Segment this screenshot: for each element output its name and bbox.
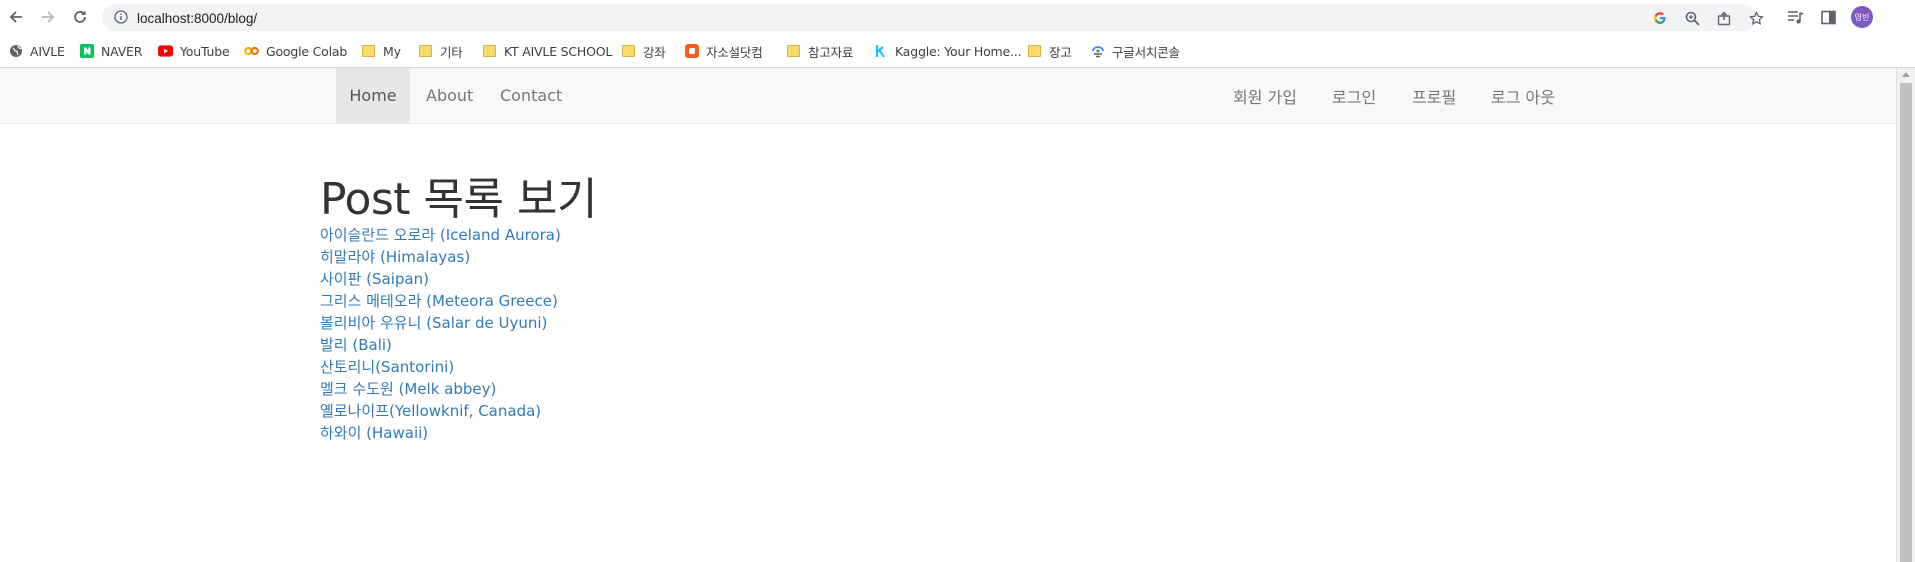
back-button[interactable] — [4, 5, 28, 29]
google-translate-icon[interactable] — [1651, 9, 1669, 27]
bookmark-folder-django[interactable]: 장고 — [1027, 41, 1072, 61]
bookmark-star-icon[interactable] — [1747, 9, 1765, 27]
nav-profile[interactable]: 프로필 — [1412, 68, 1456, 123]
folder-icon — [621, 44, 636, 59]
kaggle-icon — [873, 44, 888, 59]
page-viewport: Home About Contact 회원 가입 로그인 프로필 로그 아웃 P… — [0, 68, 1915, 562]
bookmark-naver[interactable]: NAVER — [79, 41, 142, 61]
post-link[interactable]: 히말라야 (Himalayas) — [320, 248, 470, 266]
naver-icon — [79, 44, 94, 59]
globe-icon — [8, 44, 23, 59]
post-list: 아이슬란드 오로라 (Iceland Aurora) 히말라야 (Himalay… — [320, 224, 561, 444]
vertical-scrollbar[interactable] — [1896, 68, 1915, 562]
reload-button[interactable] — [68, 5, 92, 29]
address-bar[interactable]: localhost:8000/blog/ — [102, 4, 1764, 31]
colab-icon — [244, 44, 259, 59]
nav-login[interactable]: 로그인 — [1332, 68, 1376, 123]
list-item: 옐로나이프(Yellowknif, Canada) — [320, 400, 561, 422]
nav-logout[interactable]: 로그 아웃 — [1491, 68, 1555, 123]
nav-about[interactable]: About — [426, 68, 473, 123]
url-text[interactable]: localhost:8000/blog/ — [137, 11, 257, 26]
side-panel-icon[interactable] — [1818, 7, 1838, 27]
youtube-icon — [158, 44, 173, 59]
media-control-icon[interactable] — [1785, 7, 1805, 27]
post-link[interactable]: 멜크 수도원 (Melk abbey) — [320, 380, 496, 398]
scrollbar-thumb[interactable] — [1900, 83, 1912, 562]
bookmark-folder-my[interactable]: My — [361, 41, 401, 61]
list-item: 산토리니(Santorini) — [320, 356, 561, 378]
bookmark-kaggle[interactable]: Kaggle: Your Home... — [873, 41, 1022, 61]
zoom-icon[interactable] — [1683, 9, 1701, 27]
post-link[interactable]: 발리 (Bali) — [320, 336, 392, 354]
list-item: 하와이 (Hawaii) — [320, 422, 561, 444]
bookmark-google-colab[interactable]: Google Colab — [244, 41, 347, 61]
list-item: 볼리비아 우유니 (Salar de Uyuni) — [320, 312, 561, 334]
folder-icon — [361, 44, 376, 59]
post-link[interactable]: 그리스 메테오라 (Meteora Greece) — [320, 292, 558, 310]
list-item: 아이슬란드 오로라 (Iceland Aurora) — [320, 224, 561, 246]
info-icon[interactable] — [114, 10, 128, 24]
bookmark-aivle[interactable]: AIVLE — [8, 41, 65, 61]
nav-home[interactable]: Home — [336, 68, 410, 123]
folder-icon — [482, 44, 497, 59]
reload-icon — [74, 11, 86, 23]
list-item: 사이판 (Saipan) — [320, 268, 561, 290]
folder-icon — [418, 44, 433, 59]
jasoseol-icon — [684, 44, 699, 59]
forward-button[interactable] — [36, 5, 60, 29]
post-link[interactable]: 하와이 (Hawaii) — [320, 424, 428, 442]
list-item: 발리 (Bali) — [320, 334, 561, 356]
post-link[interactable]: 볼리비아 우유니 (Salar de Uyuni) — [320, 314, 547, 332]
post-link[interactable]: 산토리니(Santorini) — [320, 358, 454, 376]
list-item: 그리스 메테오라 (Meteora Greece) — [320, 290, 561, 312]
bookmark-folder-kt-aivle-school[interactable]: KT AIVLE SCHOOL — [482, 41, 612, 61]
post-link[interactable]: 아이슬란드 오로라 (Iceland Aurora) — [320, 226, 561, 244]
browser-toolbar: localhost:8000/blog/ 영빈 — [0, 0, 1915, 34]
bookmark-jasoseol[interactable]: 자소설닷컴 — [684, 41, 763, 61]
page-title: Post 목록 보기 — [320, 174, 597, 225]
bookmark-folder-gita[interactable]: 기타 — [418, 41, 463, 61]
share-icon[interactable] — [1715, 9, 1733, 27]
nav-signup[interactable]: 회원 가입 — [1233, 68, 1297, 123]
bookmark-folder-reference[interactable]: 참고자료 — [786, 41, 853, 61]
folder-icon — [1027, 44, 1042, 59]
nav-contact[interactable]: Contact — [500, 68, 562, 123]
arrow-right-icon — [42, 11, 55, 23]
bookmark-search-console[interactable]: 구글서치콘솔 — [1090, 41, 1180, 61]
scroll-up-arrow-icon[interactable] — [1902, 72, 1910, 77]
list-item: 멜크 수도원 (Melk abbey) — [320, 378, 561, 400]
list-item: 히말라야 (Himalayas) — [320, 246, 561, 268]
profile-avatar[interactable]: 영빈 — [1851, 6, 1873, 28]
post-link[interactable]: 사이판 (Saipan) — [320, 270, 429, 288]
folder-icon — [786, 44, 801, 59]
bookmarks-bar: AIVLE NAVER YouTube Google Colab My 기타 K… — [0, 34, 1915, 68]
bookmark-youtube[interactable]: YouTube — [158, 41, 230, 61]
site-navbar: Home About Contact 회원 가입 로그인 프로필 로그 아웃 — [0, 68, 1896, 124]
arrow-left-icon — [9, 11, 22, 23]
search-console-icon — [1090, 44, 1105, 59]
bookmark-folder-gangjwa[interactable]: 강좌 — [621, 41, 666, 61]
post-link[interactable]: 옐로나이프(Yellowknif, Canada) — [320, 402, 541, 420]
